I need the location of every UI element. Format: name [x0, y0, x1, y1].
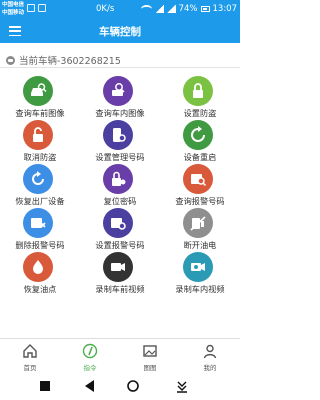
- command-item[interactable]: 设备重启: [160, 116, 240, 162]
- nav-commands-label: 指令: [83, 364, 97, 372]
- command-item[interactable]: 查询车内图像: [80, 72, 160, 118]
- factory-reset-icon: [23, 164, 53, 194]
- recent-apps-icon[interactable]: [38, 379, 52, 393]
- clock: 13:07: [212, 4, 238, 14]
- command-item[interactable]: 设置管理号码: [80, 116, 160, 162]
- alarm-settings-icon: [103, 208, 133, 238]
- home-icon: [23, 344, 37, 358]
- status-right: 74% 13:07: [140, 4, 238, 14]
- wifi-icon: [140, 5, 152, 13]
- carrier-2: 中国移动: [2, 10, 25, 16]
- command-item[interactable]: 复位密码: [80, 160, 160, 206]
- app-screen: 中国电信 中国移动 0K/s 74% 13:07 车辆控制 当前车辆-36022…: [0, 0, 240, 400]
- command-icon: [82, 343, 98, 359]
- notification-pull-icon[interactable]: [175, 379, 189, 393]
- car-interior-camera-icon: [103, 76, 133, 106]
- command-item[interactable]: 设置报警号码: [80, 204, 160, 250]
- command-item[interactable]: 查询车前图像: [0, 72, 80, 118]
- alarm-delete-icon: [23, 208, 53, 238]
- command-label: 录制车前视频: [95, 284, 145, 294]
- nav-gallery-label: 图图: [143, 364, 157, 372]
- carrier-1: 中国电信: [2, 2, 25, 8]
- bottom-nav: 首页 指令 图图 我的: [0, 338, 240, 372]
- record-interior-video-icon: [183, 252, 213, 282]
- battery-icon: [200, 6, 210, 12]
- net-speed: 0K/s: [96, 4, 115, 14]
- page-title: 车辆控制: [99, 26, 141, 38]
- nav-profile-label: 我的: [203, 364, 217, 372]
- signal-2-icon: [166, 5, 176, 13]
- command-item[interactable]: 恢复出厂设备: [0, 160, 80, 206]
- command-item[interactable]: 查询报警号码: [160, 160, 240, 206]
- reset-password-icon: [103, 164, 133, 194]
- system-nav-bar: [0, 372, 240, 400]
- image-notification-icon: [27, 4, 35, 12]
- nav-gallery[interactable]: 图图: [120, 339, 180, 372]
- phone-settings-icon: [103, 120, 133, 150]
- command-item[interactable]: 录制车内视频: [160, 248, 240, 294]
- gallery-icon: [143, 345, 157, 357]
- restart-icon: [183, 120, 213, 150]
- command-item[interactable]: 断开油电: [160, 204, 240, 250]
- car-icon: [6, 55, 15, 65]
- command-item[interactable]: 设置防盗: [160, 72, 240, 118]
- divider: [0, 67, 240, 68]
- battery-percent: 74%: [178, 4, 198, 14]
- fuel-restore-icon: [23, 252, 53, 282]
- command-item[interactable]: 删除报警号码: [0, 204, 80, 250]
- notification-icons: [27, 4, 46, 12]
- fuel-cut-icon: [183, 208, 213, 238]
- command-item[interactable]: 录制车前视频: [80, 248, 160, 294]
- lock-icon: [183, 76, 213, 106]
- status-bar: 中国电信 中国移动 0K/s 74% 13:07: [0, 0, 240, 19]
- nav-home[interactable]: 首页: [0, 339, 60, 372]
- current-vehicle[interactable]: 当前车辆-3602268215: [6, 53, 121, 67]
- car-front-camera-icon: [23, 76, 53, 106]
- command-label: 录制车内视频: [175, 284, 225, 294]
- signal-icon: [154, 5, 164, 13]
- home-button-icon[interactable]: [126, 379, 140, 393]
- current-vehicle-label: 当前车辆-3602268215: [19, 56, 121, 67]
- usb-notification-icon: [38, 4, 46, 12]
- command-item[interactable]: 恢复油点: [0, 248, 80, 294]
- nav-commands[interactable]: 指令: [60, 339, 120, 372]
- unlock-icon: [23, 120, 53, 150]
- command-item[interactable]: 取消防盗: [0, 116, 80, 162]
- nav-home-label: 首页: [23, 364, 37, 372]
- alarm-query-icon: [183, 164, 213, 194]
- profile-icon: [203, 344, 217, 359]
- app-header: 车辆控制: [0, 19, 240, 43]
- record-front-video-icon: [103, 252, 133, 282]
- carrier-names: 中国电信 中国移动: [2, 1, 24, 17]
- nav-profile[interactable]: 我的: [180, 339, 240, 372]
- back-icon[interactable]: [83, 379, 97, 393]
